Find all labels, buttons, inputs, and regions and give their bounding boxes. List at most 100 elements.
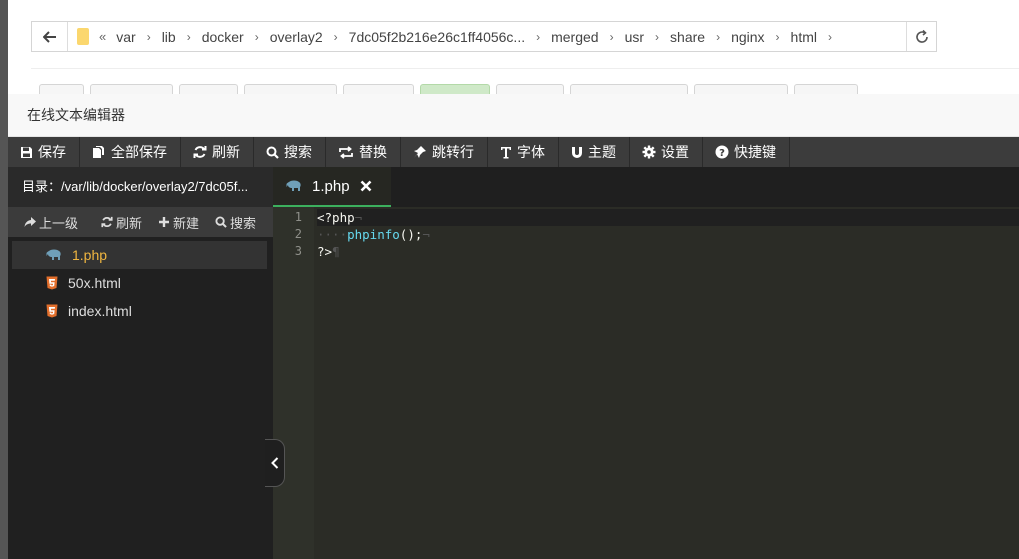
svg-text:?: ? <box>719 148 725 159</box>
breadcrumb-segment[interactable]: var <box>114 29 137 45</box>
search-icon <box>266 146 279 159</box>
line-gutter: 1 2 3 <box>273 207 314 559</box>
line-number: 2 <box>294 227 302 241</box>
folder-icon <box>77 28 89 45</box>
breadcrumb-segment[interactable]: usr <box>623 29 646 45</box>
refresh-icon <box>915 29 928 43</box>
code-area[interactable]: 1 2 3 <?php¬ ····phpinfo();¬ ?>¶ <box>273 207 1019 559</box>
file-name: 1.php <box>72 247 108 263</box>
breadcrumb-more-icon[interactable]: « <box>99 29 114 44</box>
new-file-label: 新建 <box>173 215 200 231</box>
background-overlay <box>0 0 8 559</box>
sidebar-search-button[interactable]: 搜索 <box>207 213 264 232</box>
save-all-icon <box>93 146 104 158</box>
breadcrumb-segment[interactable]: html <box>789 29 819 45</box>
code-editor: 1.php 1 2 3 <?php¬ ····phpinfo();¬ ?>¶ <box>265 167 1019 559</box>
editor-tabs: 1.php <box>273 167 1019 207</box>
parent-dir-button[interactable]: 上一级 <box>8 213 93 232</box>
font-icon <box>501 146 511 158</box>
path-refresh-button[interactable] <box>906 22 936 51</box>
save-button[interactable]: 保存 <box>8 137 80 167</box>
replace-button[interactable]: 替换 <box>326 137 401 167</box>
tab-1-php[interactable]: 1.php <box>273 167 391 207</box>
parent-dir-label: 上一级 <box>39 215 79 231</box>
search-button[interactable]: 搜索 <box>254 137 326 167</box>
back-button[interactable] <box>32 22 68 51</box>
breadcrumb-segment[interactable]: docker <box>200 29 246 45</box>
sidebar-search-label: 搜索 <box>230 215 257 231</box>
goto-line-button[interactable]: 跳转行 <box>401 137 488 167</box>
code-line: ····phpinfo();¬ <box>317 226 1019 243</box>
theme-label: 主题 <box>588 144 616 160</box>
breadcrumb-segment[interactable]: 7dc05f2b216e26c1ff4056c... <box>347 29 527 45</box>
collapse-sidebar-button[interactable] <box>265 439 285 487</box>
sidebar-toolbar: 上一级 刷新 新建 搜索 <box>8 207 273 237</box>
close-icon[interactable] <box>360 180 372 192</box>
code-line: ?>¶ <box>317 243 1019 260</box>
code-line: <?php¬ <box>317 209 1019 226</box>
search-icon <box>215 216 227 228</box>
replace-label: 替换 <box>359 144 387 160</box>
plus-icon <box>159 217 170 227</box>
breadcrumb-segment[interactable]: nginx <box>729 29 766 45</box>
breadcrumb-segment[interactable]: overlay2 <box>268 29 325 45</box>
help-icon: ? <box>715 145 729 159</box>
new-file-button[interactable]: 新建 <box>150 213 207 232</box>
file-item-1-php[interactable]: 1.php <box>12 241 267 269</box>
chevron-right-icon: › <box>536 29 541 44</box>
pin-icon <box>414 146 426 158</box>
theme-button[interactable]: 主题 <box>559 137 630 167</box>
file-sidebar: 目录：/var/lib/docker/overlay2/7dc05f... 上一… <box>8 167 273 559</box>
shortcuts-button[interactable]: ? 快捷键 <box>703 137 790 167</box>
invisible-char: ¶ <box>332 244 340 259</box>
tab-label: 1.php <box>312 177 350 195</box>
php-elephant-icon <box>46 249 61 260</box>
save-all-button[interactable]: 全部保存 <box>80 137 181 167</box>
php-open-tag: <?php <box>317 210 355 225</box>
line-number: 1 <box>294 210 302 224</box>
breadcrumb-segment[interactable]: lib <box>160 29 178 45</box>
code-text[interactable]: <?php¬ ····phpinfo();¬ ?>¶ <box>314 207 1019 559</box>
refresh-icon <box>193 146 207 158</box>
breadcrumb: « var › lib › docker › overlay2 › 7dc05f2b21… <box>99 29 906 45</box>
directory-path: 目录：/var/lib/docker/overlay2/7dc05f... <box>8 167 273 207</box>
save-icon <box>21 146 32 158</box>
breadcrumb-segment[interactable]: merged <box>549 29 600 45</box>
settings-label: 设置 <box>661 144 689 160</box>
invisible-char: ¬ <box>354 210 363 225</box>
chevron-right-icon: › <box>716 29 721 44</box>
share-up-icon <box>24 216 36 227</box>
save-label: 保存 <box>38 144 66 160</box>
editor-toolbar: 保存 全部保存 刷新 搜索 替换 跳转行 字体 主题 设置 ? 快捷键 <box>8 137 1019 167</box>
save-all-label: 全部保存 <box>111 144 167 160</box>
chevron-right-icon: › <box>254 29 259 44</box>
goto-line-label: 跳转行 <box>432 144 474 160</box>
file-list: 1.php 50x.html index.html <box>8 237 273 325</box>
file-item-index-html[interactable]: index.html <box>12 297 267 325</box>
html5-icon <box>46 304 58 318</box>
settings-button[interactable]: 设置 <box>630 137 703 167</box>
file-name: 50x.html <box>68 275 121 291</box>
file-name: index.html <box>68 303 132 319</box>
sidebar-refresh-button[interactable]: 刷新 <box>93 213 150 232</box>
chevron-right-icon: › <box>333 29 338 44</box>
magnet-icon <box>572 146 582 158</box>
php-elephant-icon <box>286 180 301 191</box>
chevron-left-icon <box>270 457 278 469</box>
font-button[interactable]: 字体 <box>488 137 559 167</box>
refresh-label: 刷新 <box>212 144 240 160</box>
font-label: 字体 <box>517 144 545 160</box>
editor-modal: 在线文本编辑器 保存 全部保存 刷新 搜索 替换 跳转行 字体 主题 设置 ? … <box>8 94 1019 559</box>
refresh-button[interactable]: 刷新 <box>181 137 254 167</box>
refresh-icon <box>101 216 113 228</box>
php-close-tag: ?> <box>317 244 333 259</box>
file-item-50x-html[interactable]: 50x.html <box>12 269 267 297</box>
shortcuts-label: 快捷键 <box>734 144 776 160</box>
function-name: phpinfo <box>347 227 400 242</box>
search-label: 搜索 <box>284 144 312 160</box>
whitespace-marker: ···· <box>317 227 348 242</box>
arrow-left-icon <box>42 30 56 43</box>
line-number: 3 <box>294 244 302 258</box>
breadcrumb-segment[interactable]: share <box>668 29 707 45</box>
chevron-right-icon: › <box>775 29 780 44</box>
